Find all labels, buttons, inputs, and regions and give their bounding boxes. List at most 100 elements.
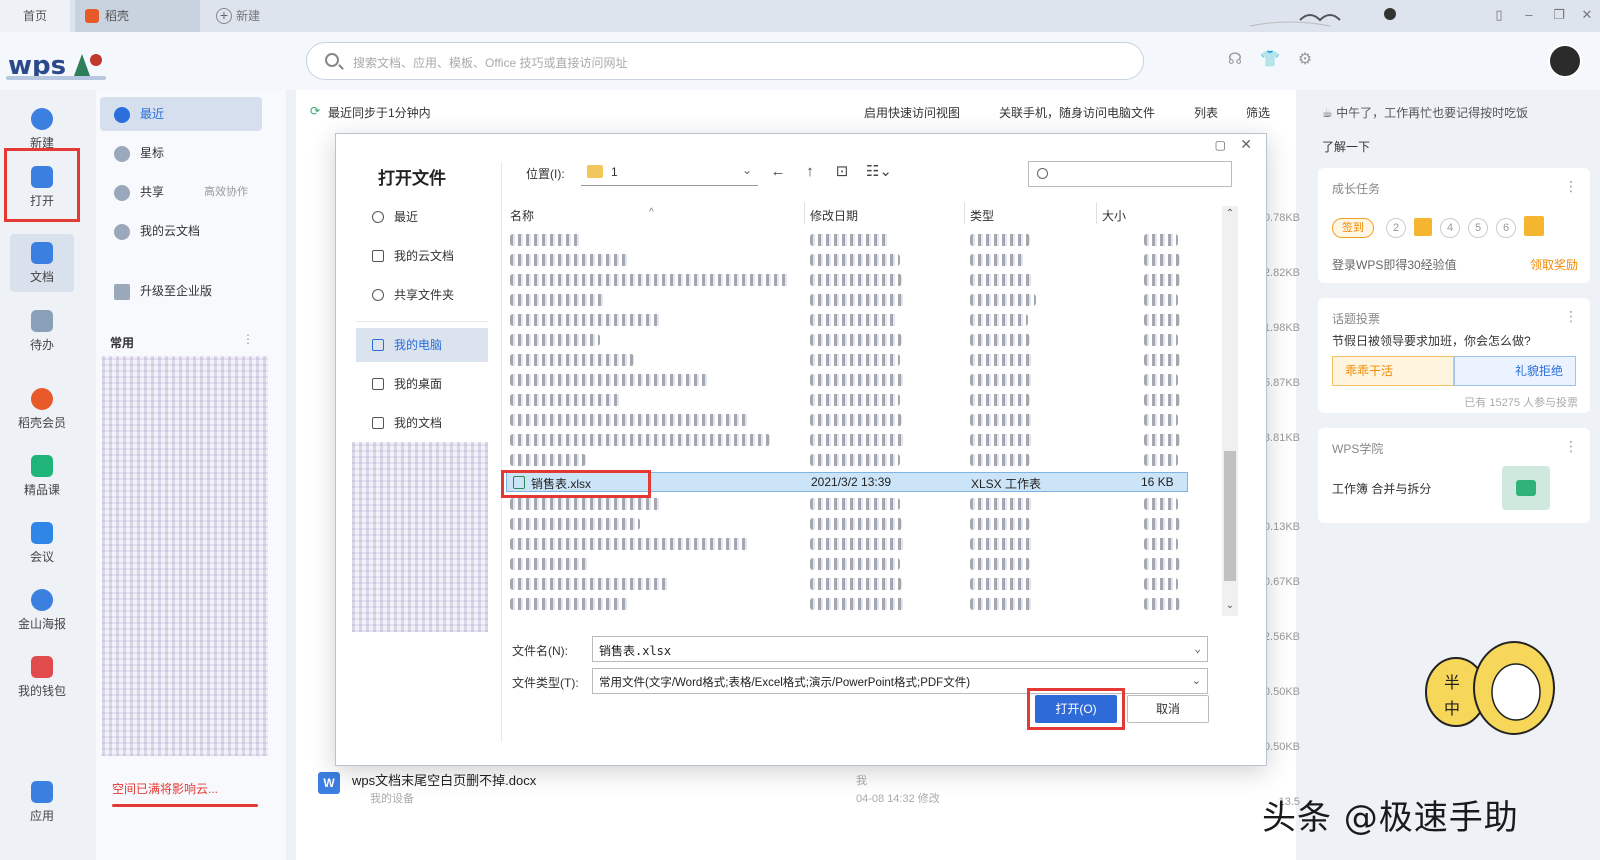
video-thumb[interactable] [1502, 466, 1550, 510]
sort-up-icon: ^ [649, 207, 654, 218]
space-warning[interactable]: 空间已满将影响云... [112, 780, 218, 797]
claim-reward-link[interactable]: 领取奖励 [1530, 256, 1578, 273]
restore-icon[interactable]: ❐ [1550, 6, 1568, 24]
file-row-blurred[interactable] [506, 330, 1188, 350]
file-row-blurred[interactable] [506, 250, 1188, 270]
step-badge: 4 [1440, 218, 1460, 238]
up-icon[interactable]: ↑ [799, 162, 821, 182]
dialog-nav-documents[interactable]: 我的文档 [356, 406, 488, 440]
col2-item-star[interactable]: 星标 [100, 136, 262, 170]
file-row-blurred[interactable] [506, 370, 1188, 390]
window-layout-icon[interactable]: ▯ [1490, 6, 1508, 24]
nav-meeting[interactable]: 会议 [10, 514, 74, 572]
scroll-thumb[interactable] [1224, 451, 1236, 581]
file-row-blurred[interactable] [506, 230, 1188, 250]
filename-input[interactable]: 销售表.xlsx ⌄ [592, 636, 1208, 662]
view-mode-icon[interactable]: ☷⌄ [863, 162, 895, 182]
dialog-nav-cloud[interactable]: 我的云文档 [356, 239, 488, 273]
space-usage-bar [112, 804, 258, 807]
file-row-blurred[interactable] [506, 450, 1188, 470]
learn-more-link[interactable]: 了解一下 [1322, 138, 1370, 155]
dialog-nav-desktop[interactable]: 我的桌面 [356, 367, 488, 401]
last-file-name[interactable]: wps文档末尾空白页删不掉.docx [352, 770, 536, 789]
filter-button[interactable]: 筛选 [1246, 104, 1270, 121]
tab-bar: 首页 稻壳 + 新建 ▯ – ❐ ✕ [0, 0, 1600, 32]
nav-docs[interactable]: 文档 [10, 234, 74, 292]
skin-icon[interactable]: 👕 [1259, 49, 1281, 71]
vote-option-a[interactable]: 乖乖干活 [1332, 356, 1454, 386]
file-row-blurred[interactable] [506, 514, 1188, 534]
file-row-blurred[interactable] [506, 430, 1188, 450]
nav-daoke-member[interactable]: 稻壳会员 [10, 380, 74, 438]
column-header-size[interactable]: 大小 [1102, 207, 1126, 224]
tab-home[interactable]: 首页 [0, 0, 70, 32]
file-row-blurred[interactable] [506, 554, 1188, 574]
common-more-icon[interactable]: ⋮ [242, 332, 254, 346]
nav-apps[interactable]: 应用 [10, 773, 74, 831]
dialog-nav-shared[interactable]: 共享文件夹 [356, 278, 488, 312]
star-icon [114, 146, 130, 162]
file-row-blurred[interactable] [506, 410, 1188, 430]
link-phone-link[interactable]: 关联手机，随身访问电脑文件 [999, 104, 1155, 121]
file-row-blurred[interactable] [506, 390, 1188, 410]
column-header-name[interactable]: 名称 [510, 207, 534, 224]
academy-title: WPS学院 [1332, 442, 1384, 456]
file-row-blurred[interactable] [506, 534, 1188, 554]
column-header-modified[interactable]: 修改日期 [810, 207, 858, 224]
file-row-blurred[interactable] [506, 574, 1188, 594]
quick-view-toggle[interactable]: 启用快速访问视图 [864, 104, 960, 121]
dialog-nav-label: 我的电脑 [394, 338, 443, 352]
dialog-close-icon[interactable]: ✕ [1240, 136, 1252, 153]
play-icon [1516, 480, 1536, 496]
nav-todo-label: 待办 [29, 338, 54, 352]
list-view-button[interactable]: 列表 [1194, 104, 1218, 121]
more-icon[interactable]: ⋮ [1564, 438, 1578, 455]
growth-title: 成长任务 [1332, 182, 1381, 196]
scroll-down-icon[interactable]: ⌄ [1222, 600, 1238, 611]
col2-item-share[interactable]: 共享 高效协作 [100, 175, 262, 209]
avatar[interactable] [1548, 44, 1582, 78]
gift-icon [1524, 216, 1544, 236]
close-icon[interactable]: ✕ [1578, 6, 1596, 24]
search-bar[interactable]: 搜索文档、应用、模板、Office 技巧或直接访问网址 [306, 42, 1144, 80]
plus-circle-icon [31, 108, 53, 130]
tab-daoke[interactable]: 稻壳 [75, 0, 200, 32]
column-header-type[interactable]: 类型 [970, 207, 994, 224]
file-row-blurred[interactable] [506, 310, 1188, 330]
file-row-blurred[interactable] [506, 350, 1188, 370]
col2-item-enterprise[interactable]: 升级至企业版 [100, 274, 262, 308]
settings-icon[interactable]: ⚙ [1294, 49, 1316, 71]
file-row-blurred[interactable] [506, 270, 1188, 290]
sign-in-badge[interactable]: 签到 [1332, 218, 1374, 238]
new-folder-icon[interactable]: ⊡ [831, 162, 853, 182]
location-select[interactable]: 1 ⌄ [581, 158, 758, 186]
cancel-button[interactable]: 取消 [1127, 695, 1209, 723]
dialog-search-input[interactable] [1028, 161, 1232, 187]
headset-icon[interactable]: ☊ [1224, 49, 1246, 71]
highlight-open-box [4, 148, 80, 222]
file-list-scrollbar[interactable]: ⌃ ⌄ [1222, 206, 1238, 616]
more-icon[interactable]: ⋮ [1564, 178, 1578, 195]
dialog-nav-recent[interactable]: 最近 [356, 200, 488, 234]
watermark: 头条 @极速手助 [1262, 798, 1519, 838]
col2-item-cloud[interactable]: 我的云文档 [100, 214, 262, 248]
minimize-icon[interactable]: – [1520, 6, 1538, 24]
file-row-blurred[interactable] [506, 594, 1188, 614]
nav-course[interactable]: 精品课 [10, 447, 74, 505]
tab-new[interactable]: + 新建 [212, 0, 292, 32]
col2-item-recent[interactable]: 最近 [100, 97, 262, 131]
vote-option-b[interactable]: 礼貌拒绝 [1454, 356, 1576, 386]
nav-poster[interactable]: 金山海报 [10, 581, 74, 639]
back-icon[interactable]: ← [767, 162, 789, 182]
nav-todo[interactable]: 待办 [10, 302, 74, 360]
dialog-divider [501, 162, 502, 742]
more-icon[interactable]: ⋮ [1564, 308, 1578, 325]
maximize-icon[interactable]: ▢ [1215, 138, 1226, 152]
scroll-up-icon[interactable]: ⌃ [1222, 208, 1238, 219]
nav-wallet[interactable]: 我的钱包 [10, 648, 74, 706]
location-label: 位置(I): [526, 167, 565, 181]
column-separator [964, 202, 965, 224]
dialog-nav-my-computer[interactable]: 我的电脑 [356, 328, 488, 362]
academy-item[interactable]: 工作簿 合并与拆分 [1332, 480, 1431, 497]
file-row-blurred[interactable] [506, 290, 1188, 310]
